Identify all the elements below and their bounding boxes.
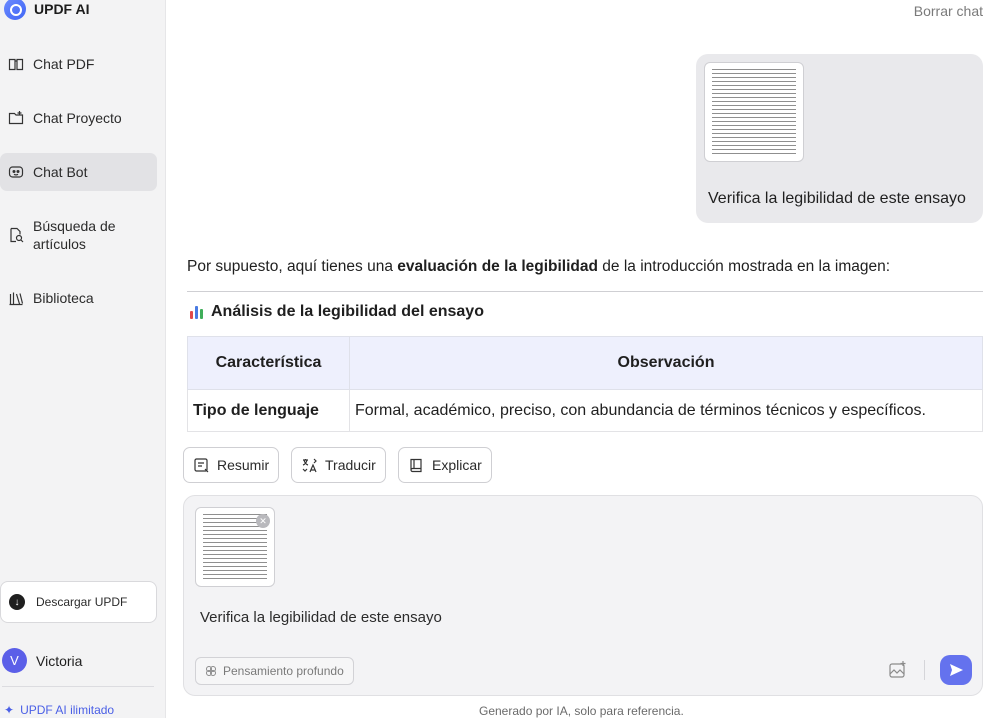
brain-icon (206, 666, 216, 676)
answer-intro: Por supuesto, aquí tienes una evaluación… (187, 258, 891, 275)
table-header-cell: Característica (187, 336, 350, 390)
avatar: V (2, 648, 27, 673)
download-icon: ↓ (9, 594, 25, 610)
send-button[interactable] (940, 655, 972, 685)
translate-label: Traducir (325, 457, 376, 473)
table-cell: Tipo de lenguaje (187, 389, 350, 432)
user-profile[interactable]: V Victoria (2, 648, 82, 673)
upgrade-label: UPDF AI ilimitado (20, 703, 115, 717)
download-label: Descargar UPDF (36, 595, 128, 609)
deep-thinking-toggle[interactable]: Pensamiento profundo (195, 657, 354, 685)
table-header-row: Característica Observación (187, 336, 983, 390)
table-header-cell: Observación (349, 336, 983, 390)
answer-divider (187, 291, 983, 292)
deep-thinking-label: Pensamiento profundo (223, 664, 344, 678)
upgrade-link[interactable]: ✦ UPDF AI ilimitado (4, 703, 114, 717)
send-icon (950, 664, 963, 676)
add-image-icon[interactable] (888, 660, 908, 680)
download-updf-button[interactable]: ↓ Descargar UPDF (0, 581, 157, 623)
updf-ai-app: UPDF AI Chat PDF Chat Proyecto Chat Bot (0, 0, 983, 718)
sparkle-icon: ✦ (4, 703, 15, 717)
table-row: Tipo de lenguaje Formal, académico, prec… (187, 389, 983, 432)
composer-separator (924, 660, 925, 680)
summarize-label: Resumir (217, 457, 270, 473)
ai-disclaimer: Generado por IA, solo para referencia. (479, 704, 684, 718)
attached-image-thumbnail[interactable]: ✕ (195, 507, 275, 587)
legibility-table: Característica Observación Tipo de lengu… (187, 336, 983, 432)
summarize-button[interactable]: Resumir (183, 447, 280, 483)
sidebar-divider (2, 686, 154, 687)
translate-button[interactable]: Traducir (291, 447, 386, 483)
explain-button[interactable]: Explicar (398, 447, 492, 483)
composer-input[interactable]: Verifica la legibilidad de este ensayo (200, 609, 442, 626)
answer-viewport: Por supuesto, aquí tienes una evaluación… (0, 0, 983, 432)
table-cell: Formal, académico, preciso, con abundanc… (349, 389, 983, 432)
explain-label: Explicar (432, 457, 482, 473)
summary-icon (194, 457, 209, 472)
user-name: Victoria (36, 652, 83, 669)
section-title: Análisis de la legibilidad del ensayo (189, 303, 484, 321)
bar-chart-icon (189, 304, 205, 320)
remove-attachment-icon[interactable]: ✕ (256, 514, 270, 528)
message-composer[interactable]: ✕ Verifica la legibilidad de este ensayo… (183, 495, 983, 696)
book-icon (410, 458, 422, 472)
translate-icon (302, 458, 317, 472)
